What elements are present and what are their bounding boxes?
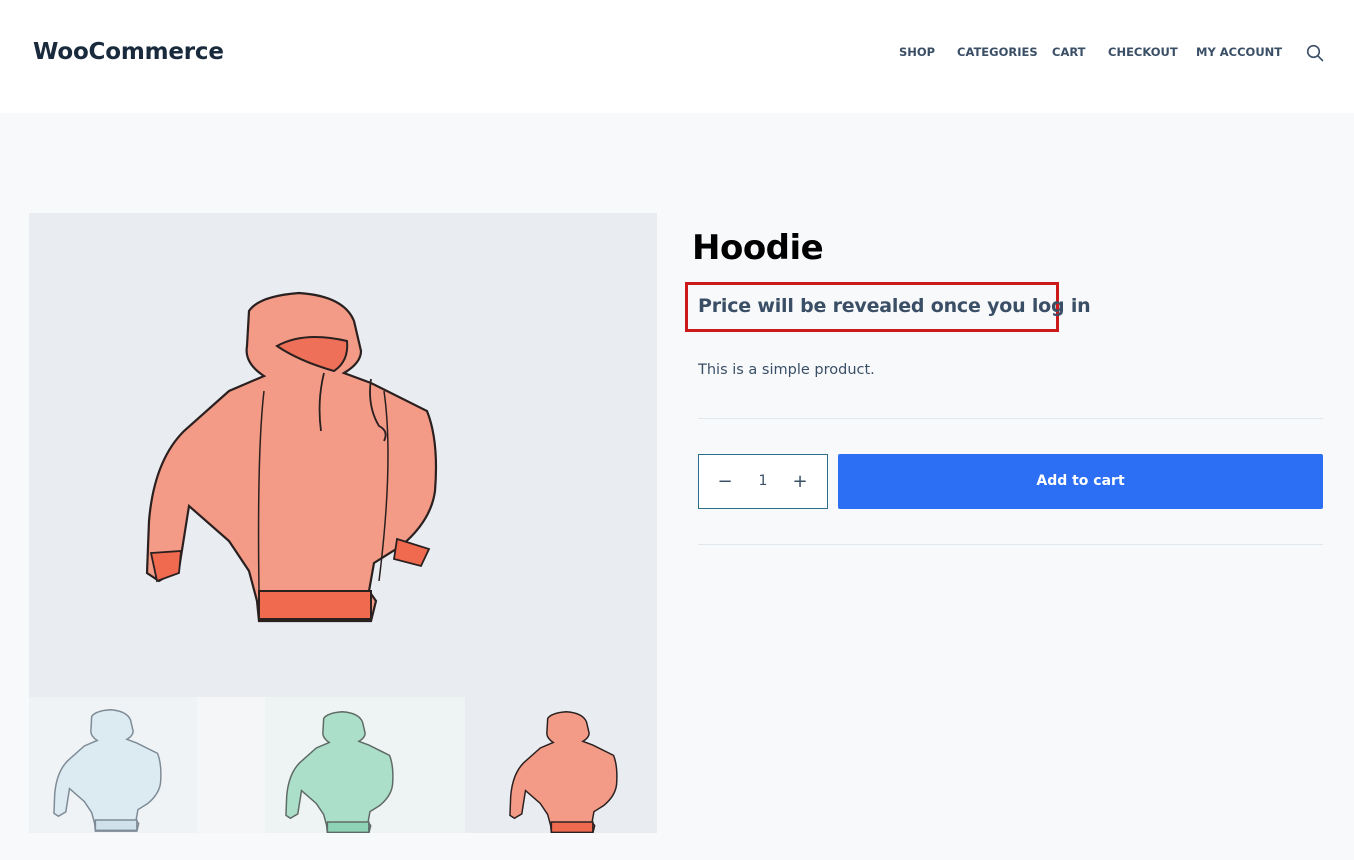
product-description: This is a simple product. [698, 362, 875, 378]
divider-bottom [698, 544, 1323, 545]
nav-my-account[interactable]: MY ACCOUNT [1196, 45, 1282, 59]
add-to-cart-button[interactable]: Add to cart [838, 454, 1323, 509]
quantity-stepper: − 1 + [698, 454, 828, 509]
nav-cart[interactable]: CART [1052, 45, 1086, 59]
thumbnail-orange[interactable] [465, 697, 657, 833]
thumbnail-blue[interactable] [29, 697, 197, 833]
divider-top [698, 418, 1323, 419]
nav-categories[interactable]: CATEGORIES [957, 45, 1038, 59]
quantity-input[interactable]: 1 [743, 473, 783, 489]
hoodie-image [145, 291, 438, 623]
thumbnail-spacer [197, 697, 265, 833]
product-title: Hoodie [692, 228, 824, 268]
thumbnail-strip [29, 697, 657, 833]
hoodie-thumb-mint [285, 710, 394, 833]
product-main-image[interactable] [29, 213, 657, 697]
quantity-increase-button[interactable]: + [788, 469, 812, 495]
site-logo[interactable]: WooCommerce [33, 39, 224, 65]
price-login-notice: Price will be revealed once you log in [698, 295, 1091, 317]
thumbnail-mint[interactable] [265, 697, 465, 833]
quantity-decrease-button[interactable]: − [713, 469, 737, 495]
search-icon[interactable] [1306, 44, 1324, 62]
hoodie-thumb-blue [53, 708, 162, 832]
hoodie-thumb-orange [509, 710, 618, 833]
site-header: WooCommerce SHOP CATEGORIES CART CHECKOU… [0, 0, 1354, 113]
nav-checkout[interactable]: CHECKOUT [1108, 45, 1178, 59]
nav-shop[interactable]: SHOP [899, 45, 935, 59]
